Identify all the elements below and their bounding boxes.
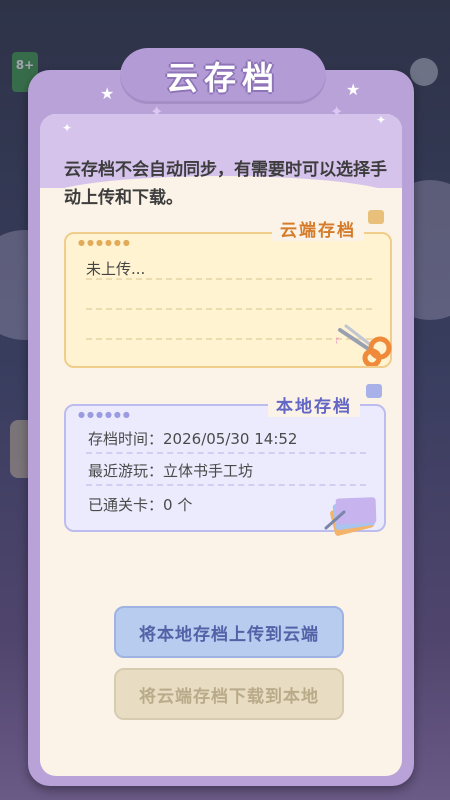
cloud-save-tag: 云端存档: [272, 216, 364, 241]
recent-play-value: 立体书手工坊: [163, 462, 254, 480]
local-save-tag: 本地存档: [268, 392, 360, 417]
paper-stack-icon: [324, 497, 377, 536]
star-icon: ★: [100, 84, 115, 103]
scissors-icon: ★: [336, 324, 392, 366]
star-icon: ★: [346, 80, 361, 99]
recent-play-label: 最近游玩：: [88, 462, 164, 480]
levels-cleared-row: 已通关卡：0 个: [88, 494, 192, 515]
card-line: [86, 278, 372, 280]
star-icon: ✦: [330, 102, 344, 121]
dialog-description: 云存档不会自动同步，有需要时可以选择手动上传和下载。: [64, 160, 387, 208]
save-time-row: 存档时间：2026/05/30 14:52: [88, 428, 297, 449]
card-line: [86, 484, 366, 486]
star-icon: ✦: [62, 121, 73, 135]
cloud-save-status: 未上传...: [86, 260, 146, 278]
card-line: [86, 308, 372, 310]
levels-cleared-label: 已通关卡：: [88, 496, 164, 514]
star-icon: ✦: [150, 102, 164, 121]
card-line: [86, 338, 372, 340]
clip-icon: [366, 384, 382, 398]
card-dots: ●●●●●●: [78, 238, 132, 247]
card-line: [86, 452, 366, 454]
upload-to-cloud-button[interactable]: 将本地存档上传到云端: [114, 606, 344, 658]
star-icon: ✦: [376, 113, 387, 127]
svg-text:★: ★: [336, 332, 341, 348]
recent-play-row: 最近游玩：立体书手工坊: [88, 460, 253, 481]
settings-gear-icon: [410, 58, 438, 86]
save-time-label: 存档时间：: [88, 430, 164, 448]
clip-icon: [368, 210, 384, 224]
download-to-local-button[interactable]: 将云端存档下载到本地: [114, 668, 344, 720]
card-dots: ●●●●●●: [78, 410, 132, 419]
levels-cleared-value: 0 个: [163, 496, 193, 514]
save-time-value: 2026/05/30 14:52: [163, 430, 298, 448]
dialog-title-tab: 云存档: [120, 48, 326, 104]
dialog-title: 云存档: [165, 59, 280, 97]
